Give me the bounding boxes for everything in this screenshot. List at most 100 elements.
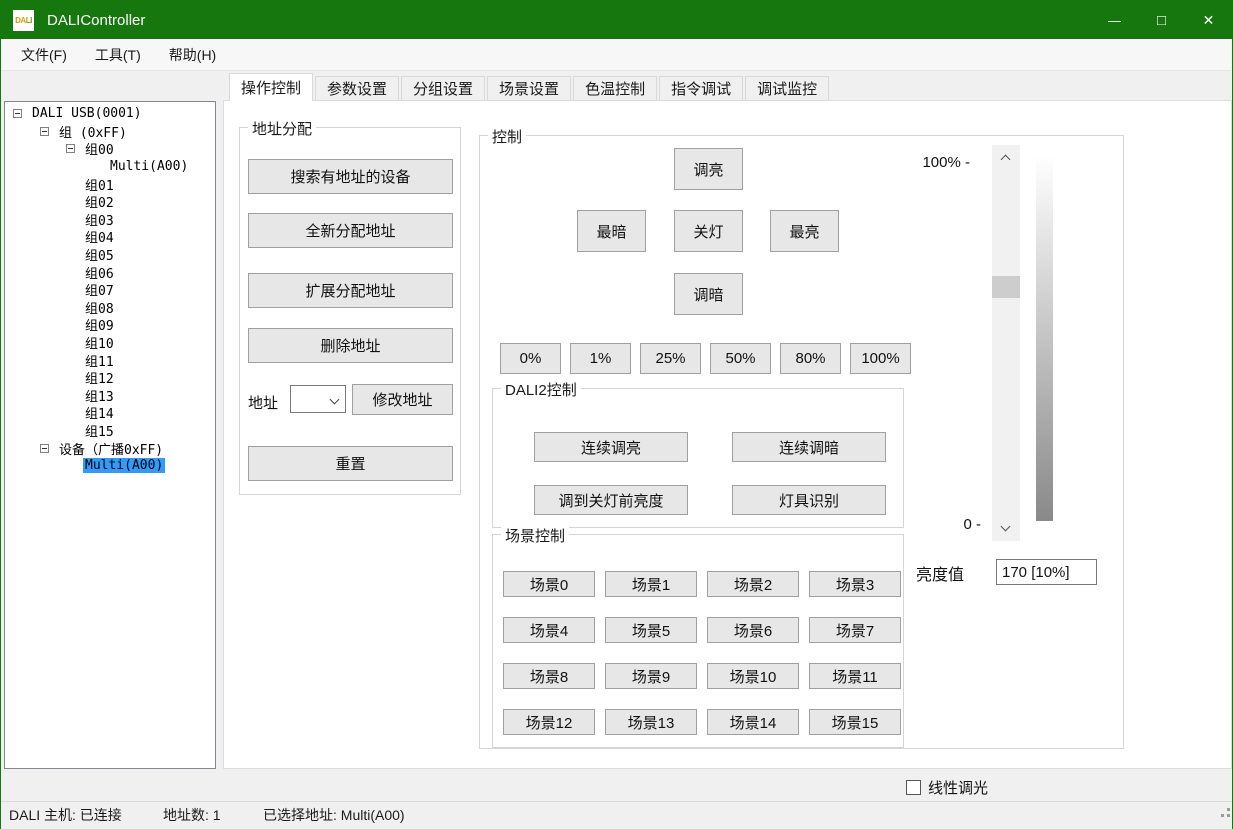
reset-button[interactable]: 重置 — [248, 446, 453, 481]
tree-item[interactable]: Multi(A00) — [5, 158, 215, 176]
tab-4[interactable]: 色温控制 — [573, 76, 657, 101]
scene-button-15[interactable]: 场景15 — [809, 709, 901, 735]
close-button[interactable]: ✕ — [1185, 1, 1232, 39]
tree-item[interactable]: 组12 — [5, 369, 215, 387]
scene-button-3[interactable]: 场景3 — [809, 571, 901, 597]
tab-6[interactable]: 调试监控 — [745, 76, 829, 101]
percent-button-50%[interactable]: 50% — [710, 343, 771, 374]
tree-item-label: 组13 — [83, 386, 116, 405]
tree-item-label: Multi(A00) — [83, 458, 165, 473]
tree-item-label: 组04 — [83, 227, 116, 246]
scene-button-4[interactable]: 场景4 — [503, 617, 595, 643]
tree-expander-icon[interactable] — [40, 127, 49, 136]
scene-button-7[interactable]: 场景7 — [809, 617, 901, 643]
tree-item[interactable]: 组07 — [5, 281, 215, 299]
dali2-button-1[interactable]: 连续调暗 — [732, 432, 886, 462]
scene-button-13[interactable]: 场景13 — [605, 709, 697, 735]
scene-button-0[interactable]: 场景0 — [503, 571, 595, 597]
percent-button-25%[interactable]: 25% — [640, 343, 701, 374]
tree-item[interactable]: 组04 — [5, 228, 215, 246]
tree-item[interactable]: 组03 — [5, 211, 215, 229]
tab-3[interactable]: 场景设置 — [487, 76, 571, 101]
control-group-title: 控制 — [488, 126, 526, 147]
tree-item[interactable]: 组15 — [5, 422, 215, 440]
tree-item-label: 组05 — [83, 245, 116, 264]
brightness-value-field[interactable]: 170 [10%] — [996, 559, 1097, 585]
tree-item[interactable]: Multi(A00) — [5, 457, 215, 475]
tree-item[interactable]: 组06 — [5, 263, 215, 281]
address-combobox[interactable] — [290, 385, 346, 413]
tree-item[interactable]: 组13 — [5, 387, 215, 405]
chevron-down-icon — [330, 394, 340, 404]
menu-item-0[interactable]: 文件(F) — [7, 39, 81, 70]
dim-up-button[interactable]: 调亮 — [674, 148, 743, 190]
min-brightness-button[interactable]: 最暗 — [577, 210, 646, 252]
scene-button-14[interactable]: 场景14 — [707, 709, 799, 735]
scroll-down-icon[interactable] — [1001, 522, 1011, 532]
tree-item[interactable]: 组09 — [5, 316, 215, 334]
dali2-button-0[interactable]: 连续调亮 — [534, 432, 688, 462]
tree-item[interactable]: 组11 — [5, 351, 215, 369]
linear-dimming-checkbox[interactable] — [906, 780, 921, 795]
tree-item[interactable]: 组01 — [5, 175, 215, 193]
tree-item-label: 组12 — [83, 368, 116, 387]
dali2-button-2[interactable]: 调到关灯前亮度 — [534, 485, 688, 515]
tab-0[interactable]: 操作控制 — [229, 73, 313, 101]
tree-item[interactable]: 组00 — [5, 140, 215, 158]
modify-address-button[interactable]: 修改地址 — [352, 384, 453, 415]
scene-button-8[interactable]: 场景8 — [503, 663, 595, 689]
tree-expander-icon[interactable] — [66, 144, 75, 153]
window-controls: — □ ✕ — [1091, 1, 1232, 39]
app-window: DALI DALIController — □ ✕ 文件(F)工具(T)帮助(H… — [0, 0, 1233, 829]
tree-item-label: 组06 — [83, 263, 116, 282]
tab-2[interactable]: 分组设置 — [401, 76, 485, 101]
brightness-scrollbar[interactable] — [992, 145, 1020, 541]
address-assign-group: 地址分配 搜索有地址的设备 全新分配地址 扩展分配地址 删除地址 地址 修改地址… — [239, 127, 461, 495]
extend-assign-address-button[interactable]: 扩展分配地址 — [248, 273, 453, 308]
tab-1[interactable]: 参数设置 — [315, 76, 399, 101]
app-icon-text: DALI — [15, 16, 32, 25]
scene-button-2[interactable]: 场景2 — [707, 571, 799, 597]
menu-item-1[interactable]: 工具(T) — [81, 39, 155, 70]
scene-button-12[interactable]: 场景12 — [503, 709, 595, 735]
scene-button-11[interactable]: 场景11 — [809, 663, 901, 689]
menu-item-2[interactable]: 帮助(H) — [155, 39, 230, 70]
scene-button-1[interactable]: 场景1 — [605, 571, 697, 597]
minimize-button[interactable]: — — [1091, 1, 1138, 39]
scroll-up-icon[interactable] — [1001, 155, 1011, 165]
percent-button-1%[interactable]: 1% — [570, 343, 631, 374]
search-addressed-devices-button[interactable]: 搜索有地址的设备 — [248, 159, 453, 194]
tree-item[interactable]: DALI USB(0001) — [5, 105, 215, 123]
scene-button-9[interactable]: 场景9 — [605, 663, 697, 689]
tree-item[interactable]: 组05 — [5, 246, 215, 264]
percent-button-100%[interactable]: 100% — [850, 343, 911, 374]
device-tree[interactable]: DALI USB(0001)组 (0xFF)组00Multi(A00)组01组0… — [4, 101, 216, 769]
tree-item-label: 组11 — [83, 351, 116, 370]
tree-item-label: 组00 — [83, 139, 116, 158]
tree-item[interactable]: 组08 — [5, 299, 215, 317]
percent-button-0%[interactable]: 0% — [500, 343, 561, 374]
tree-item[interactable]: 组 (0xFF) — [5, 123, 215, 141]
tree-expander-icon[interactable] — [40, 444, 49, 453]
delete-address-button[interactable]: 删除地址 — [248, 328, 453, 363]
tree-item[interactable]: 设备（广播0xFF) — [5, 439, 215, 457]
scrollbar-thumb[interactable] — [992, 276, 1020, 298]
status-address-count: 地址数: 1 — [163, 802, 221, 828]
tree-expander-icon[interactable] — [13, 109, 22, 118]
dali2-button-grid: 连续调亮 连续调暗调到关灯前亮度 灯具识别 — [534, 432, 886, 515]
tree-item[interactable]: 组10 — [5, 334, 215, 352]
dim-down-button[interactable]: 调暗 — [674, 273, 743, 315]
scene-button-5[interactable]: 场景5 — [605, 617, 697, 643]
maximize-button[interactable]: □ — [1138, 1, 1185, 39]
tree-item[interactable]: 组14 — [5, 404, 215, 422]
assign-new-address-button[interactable]: 全新分配地址 — [248, 213, 453, 248]
scene-button-10[interactable]: 场景10 — [707, 663, 799, 689]
percent-button-80%[interactable]: 80% — [780, 343, 841, 374]
tab-5[interactable]: 指令调试 — [659, 76, 743, 101]
resize-grip[interactable] — [1221, 802, 1224, 805]
dali2-button-3[interactable]: 灯具识别 — [732, 485, 886, 515]
max-brightness-button[interactable]: 最亮 — [770, 210, 839, 252]
scene-button-6[interactable]: 场景6 — [707, 617, 799, 643]
lamp-off-button[interactable]: 关灯 — [674, 210, 743, 252]
tree-item[interactable]: 组02 — [5, 193, 215, 211]
